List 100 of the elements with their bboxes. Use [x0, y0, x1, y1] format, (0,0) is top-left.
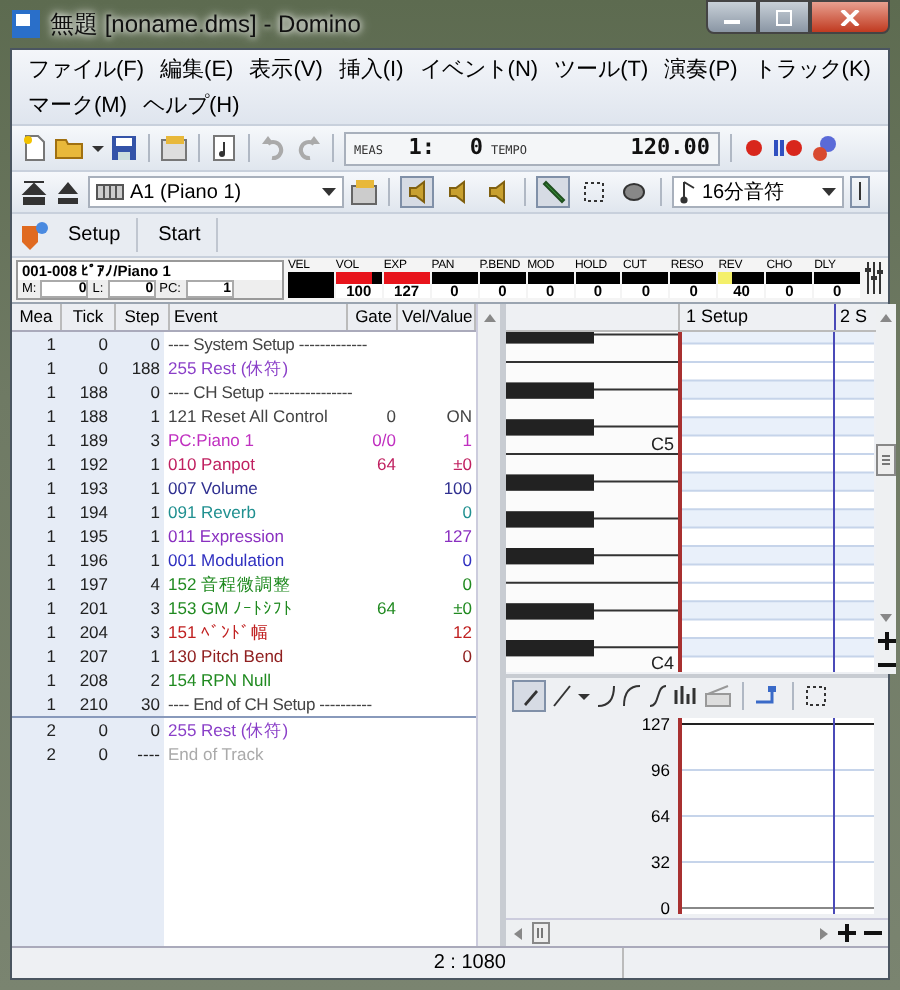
marker-tab[interactable]: Setup	[52, 218, 139, 252]
piano-keyboard-drawing[interactable]: C5 C4	[506, 332, 678, 672]
track-dropdown[interactable]: A1 (Piano 1)	[88, 176, 344, 208]
menu-item[interactable]: ヘルプ(H)	[135, 88, 248, 122]
table-cell-text: 1	[148, 452, 162, 476]
section-separator: ---- System Setup -------------	[166, 332, 370, 356]
document-icon[interactable]	[210, 134, 238, 162]
table-cell-text: 3	[148, 428, 162, 452]
event-value: 0	[462, 646, 472, 666]
connector-icon[interactable]	[754, 684, 782, 708]
table-cell-text: 210	[77, 692, 110, 716]
column-header[interactable]: Gate	[348, 304, 398, 330]
axis-label: 32	[651, 852, 670, 872]
record-icon[interactable]	[742, 134, 766, 162]
curve-tool-icon[interactable]	[622, 684, 642, 708]
speaker-button[interactable]	[400, 176, 434, 208]
menu-item[interactable]: ツール(T)	[546, 52, 657, 86]
menu-item[interactable]: トラック(K)	[745, 52, 879, 86]
table-cell-text: 0	[148, 380, 162, 404]
close-button[interactable]	[810, 0, 890, 34]
event-value: 0	[462, 502, 472, 522]
pause-record-icon[interactable]	[772, 134, 804, 162]
velocity-graph[interactable]	[678, 718, 874, 914]
eject-icon[interactable]	[54, 178, 82, 206]
scroll-right-icon[interactable]	[818, 925, 830, 941]
column-header[interactable]: Tick	[62, 304, 116, 330]
maximize-button[interactable]	[758, 0, 810, 34]
event-value: 0	[462, 574, 472, 594]
table-cell-text: 1	[44, 668, 58, 692]
eject-down-icon[interactable]	[20, 178, 48, 206]
menu-item[interactable]: 編集(E)	[152, 52, 242, 86]
table-cell-text: 207	[77, 644, 110, 668]
keyboard-icon	[96, 182, 124, 202]
horizontal-scrollbar[interactable]	[506, 918, 888, 946]
table-cell-text: 0	[148, 718, 162, 742]
scroll-thumb[interactable]	[876, 444, 896, 476]
menu-item[interactable]: マーク(M)	[20, 88, 135, 122]
zoom-in-icon[interactable]	[877, 632, 895, 650]
folder-icon[interactable]	[54, 134, 86, 162]
event-value: ±0	[453, 454, 472, 474]
pen-tool-button[interactable]	[512, 680, 546, 712]
marker-tab[interactable]: Start	[142, 218, 219, 252]
wave-tool-icon[interactable]	[674, 684, 698, 708]
gate-value: 0	[386, 406, 396, 426]
event-name: 151 ﾍﾞﾝﾄﾞ幅	[166, 620, 272, 644]
pencil-tool-button[interactable]	[536, 176, 570, 208]
column-header[interactable]: Event	[170, 304, 348, 330]
scroll-up-icon[interactable]	[481, 310, 497, 326]
note-grid[interactable]	[678, 332, 874, 672]
menu-item[interactable]: イベント(N)	[411, 52, 547, 86]
menu-item[interactable]: 表示(V)	[241, 52, 331, 86]
table-cell-text: 1	[148, 404, 162, 428]
table-cell-text: 1	[44, 620, 58, 644]
mixer-icon[interactable]	[864, 260, 884, 296]
scroll-up-icon[interactable]	[878, 310, 894, 326]
select-tool-icon[interactable]	[804, 684, 828, 708]
track-properties-icon[interactable]	[350, 178, 378, 206]
table-cell-text: ----	[135, 742, 162, 766]
s-curve-tool-icon[interactable]	[648, 684, 668, 708]
marker-add-icon[interactable]	[20, 219, 48, 251]
scroll-thumb[interactable]	[532, 922, 550, 944]
event-name: 010 Panpot	[166, 452, 257, 476]
new-file-icon[interactable]	[20, 134, 48, 162]
event-value: ON	[446, 406, 472, 426]
table-cell-text: 1	[44, 548, 58, 572]
note-button[interactable]	[850, 176, 870, 208]
table-cell-text: 204	[77, 620, 110, 644]
table-cell-text: 1	[44, 500, 58, 524]
column-header[interactable]: Mea	[12, 304, 62, 330]
table-cell-text: 3	[148, 596, 162, 620]
column-header[interactable]: Step	[116, 304, 170, 330]
gears-icon[interactable]	[810, 134, 838, 162]
pen-icon	[519, 686, 539, 706]
event-value: 12	[453, 622, 472, 642]
properties-icon[interactable]	[160, 134, 188, 162]
curve-tool-icon[interactable]	[596, 684, 616, 708]
scroll-down-icon[interactable]	[878, 610, 894, 626]
event-name: PC:Piano 1	[166, 428, 256, 452]
note-length-dropdown[interactable]: 16分音符	[672, 176, 844, 208]
table-cell-text: 1	[148, 476, 162, 500]
minimize-button[interactable]	[706, 0, 758, 34]
save-icon[interactable]	[110, 134, 138, 162]
event-value: 127	[443, 526, 472, 546]
scroll-left-icon[interactable]	[512, 925, 524, 941]
gate-value: 64	[377, 598, 396, 618]
menu-item[interactable]: 演奏(P)	[656, 52, 746, 86]
vertical-scrollbar[interactable]	[476, 304, 500, 946]
line-tool-icon[interactable]	[552, 684, 572, 708]
vertical-scrollbar[interactable]	[876, 304, 896, 674]
note-stem-icon	[854, 180, 866, 204]
table-cell-text: 1	[148, 500, 162, 524]
menu-item[interactable]: ファイル(F)	[20, 52, 153, 86]
table-cell-text: 1	[44, 404, 58, 428]
zoom-in-icon[interactable]	[838, 924, 856, 942]
axis-label: 127	[641, 714, 670, 734]
maximize-icon	[774, 9, 794, 25]
table-cell-text: 201	[77, 596, 110, 620]
menu-item[interactable]: 挿入(I)	[330, 52, 412, 86]
table-cell-text: 2	[44, 742, 58, 766]
event-name: End of Track	[166, 742, 266, 766]
